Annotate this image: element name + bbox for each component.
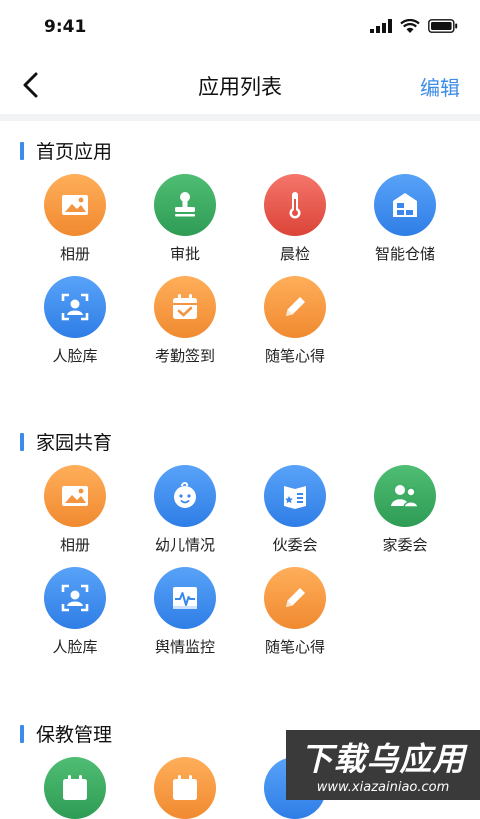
calendar-check-icon [44,757,106,819]
face-scan-icon [44,567,106,629]
divider [0,114,480,121]
app-face-library[interactable]: 人脸库 [20,276,130,366]
status-icons [370,19,458,33]
app-label: 人脸库 [52,638,98,656]
app-label: 考勤签到 [154,347,215,365]
app-opinion-monitor[interactable]: 舆情监控 [130,567,240,657]
app-notes[interactable]: 随笔心得 [240,567,350,657]
watermark-url: www.xiazainiao.com [316,780,450,795]
app-label: 智能仓储 [374,245,435,263]
app-label: 舆情监控 [154,638,215,656]
app-smart-storage[interactable]: 智能仓储 [350,174,460,264]
app-label: 幼儿情况 [154,536,215,554]
app-label: 晨检 [279,245,310,263]
app-grid: 相册 审批 晨检 智能仓储 人脸库 考勤签到 随笔心得 [20,174,460,366]
photo-icon [44,465,106,527]
stamp-icon [154,174,216,236]
section-accent-bar [20,725,24,743]
section-title: 保教管理 [36,724,113,746]
app-morning-check[interactable]: 晨检 [240,174,350,264]
app-label: 随笔心得 [264,347,325,365]
app-notes[interactable]: 随笔心得 [240,276,350,366]
app-label: 家委会 [382,536,428,554]
page-title: 应用列表 [198,75,282,99]
app-approval[interactable]: 审批 [130,174,240,264]
section-title: 首页应用 [36,141,113,163]
app-child-status[interactable]: 幼儿情况 [130,465,240,555]
watermark-text: 下载乌应用 [300,740,466,778]
pencil-icon [264,567,326,629]
app-label: 审批 [169,245,200,263]
app-grid: 相册 幼儿情况 伙委会 家委会 人脸库 舆情监控 随笔心得 [20,465,460,657]
nav-bar: 应用列表 编辑 [0,56,480,114]
app-item[interactable] [130,757,240,819]
edit-button[interactable]: 编辑 [420,72,460,101]
battery-icon [428,19,458,33]
app-label: 伙委会 [272,536,318,554]
app-label: 相册 [59,245,90,263]
app-meal-committee[interactable]: 伙委会 [240,465,350,555]
signal-icon [370,19,392,33]
watermark-logo: 下载乌应用 www.xiazainiao.com [286,730,480,800]
calendar-check-icon [154,757,216,819]
thermometer-icon [264,174,326,236]
section-home-apps: 首页应用 相册 审批 晨检 智能仓储 人脸库 考勤签到 随笔心得 [0,136,480,365]
app-album[interactable]: 相册 [20,174,130,264]
app-album[interactable]: 相册 [20,465,130,555]
app-parent-committee[interactable]: 家委会 [350,465,460,555]
warehouse-icon [374,174,436,236]
app-face-library[interactable]: 人脸库 [20,567,130,657]
face-scan-icon [44,276,106,338]
baby-face-icon [154,465,216,527]
section-accent-bar [20,433,24,451]
status-time: 9:41 [44,17,87,37]
section-accent-bar [20,142,24,160]
app-attendance[interactable]: 考勤签到 [130,276,240,366]
calendar-check-icon [154,276,216,338]
menu-book-icon [264,465,326,527]
monitor-pulse-icon [154,567,216,629]
app-label: 随笔心得 [264,638,325,656]
app-item[interactable] [20,757,130,819]
photo-icon [44,174,106,236]
status-bar: 9:41 [0,0,480,56]
section-home-school: 家园共育 相册 幼儿情况 伙委会 家委会 人脸库 舆情监控 随笔心得 [0,427,480,656]
wifi-icon [400,19,420,33]
app-label: 相册 [59,536,90,554]
section-title: 家园共育 [36,432,113,454]
app-label: 人脸库 [52,347,98,365]
pencil-icon [264,276,326,338]
family-icon [374,465,436,527]
section-header: 首页应用 [0,136,480,166]
section-header: 家园共育 [0,427,480,457]
